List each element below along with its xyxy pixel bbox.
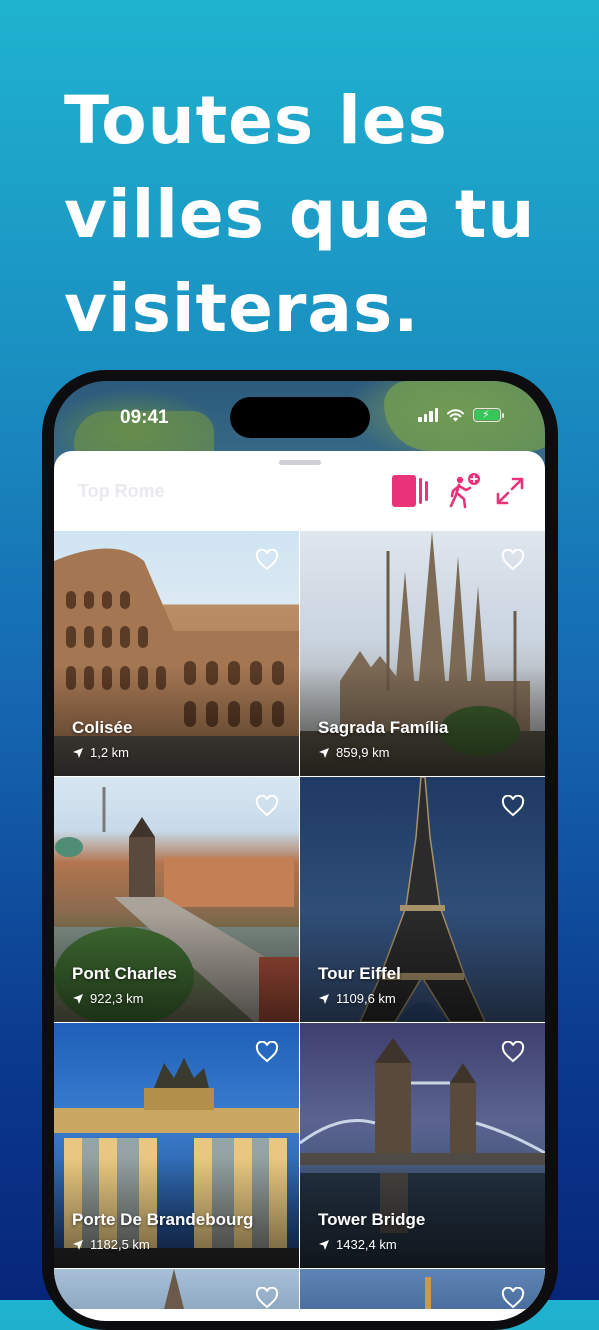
- place-card[interactable]: Tower Bridge 1432,4 km: [300, 1023, 545, 1268]
- place-card[interactable]: [54, 1269, 299, 1309]
- status-icons: ⚡: [418, 408, 504, 422]
- location-arrow-icon: [73, 993, 83, 1004]
- headline: Toutes les villes que tu visiteras.: [64, 82, 536, 347]
- place-card[interactable]: Colisée 1,2 km: [54, 531, 299, 776]
- expand-icon: [496, 477, 524, 505]
- place-distance: 1182,5 km: [72, 1237, 150, 1252]
- place-distance: 1432,4 km: [318, 1237, 397, 1252]
- favorite-heart-icon[interactable]: [255, 549, 279, 571]
- phone-screen: 09:41 ⚡ Top Rome Colisée 1,2 km Sagrada …: [54, 381, 545, 1321]
- sheet-toolbar: Top Rome: [54, 469, 545, 529]
- place-name: Tour Eiffel: [318, 964, 401, 983]
- place-card[interactable]: Porte De Brandebourg 1182,5 km: [54, 1023, 299, 1268]
- favorite-heart-icon[interactable]: [501, 1287, 525, 1309]
- place-distance: 1109,6 km: [318, 991, 396, 1006]
- location-arrow-icon: [73, 747, 83, 758]
- sheet-grabber[interactable]: [279, 460, 321, 465]
- favorite-heart-icon[interactable]: [501, 1041, 525, 1063]
- cards-view-button[interactable]: [390, 471, 430, 511]
- location-arrow-icon: [73, 1239, 83, 1250]
- location-arrow-icon: [319, 747, 329, 758]
- place-name: Sagrada Família: [318, 718, 449, 737]
- cellular-signal-icon: [418, 408, 438, 422]
- status-time: 09:41: [120, 407, 169, 428]
- cards-view-icon: [392, 475, 428, 507]
- place-card[interactable]: Tour Eiffel 1109,6 km: [300, 777, 545, 1022]
- place-name: Porte De Brandebourg: [72, 1210, 254, 1229]
- place-name: Tower Bridge: [318, 1210, 426, 1229]
- location-arrow-icon: [319, 993, 329, 1004]
- places-grid: Colisée 1,2 km Sagrada Família 859,9 km …: [54, 531, 545, 1309]
- location-arrow-icon: [319, 1239, 329, 1250]
- walking-add-icon: [449, 473, 480, 509]
- place-card[interactable]: Sagrada Família 859,9 km: [300, 531, 545, 776]
- favorite-heart-icon[interactable]: [255, 1287, 279, 1309]
- favorite-heart-icon[interactable]: [255, 795, 279, 817]
- places-sheet: Top Rome Colisée 1,2 km Sagrada Família …: [54, 451, 545, 1321]
- dynamic-island: [230, 397, 370, 438]
- place-name: Pont Charles: [72, 964, 177, 983]
- sheet-title: Top Rome: [78, 481, 165, 501]
- place-distance: 859,9 km: [318, 745, 389, 760]
- place-card[interactable]: Pont Charles 922,3 km: [54, 777, 299, 1022]
- wifi-icon: [447, 409, 464, 422]
- battery-icon: ⚡: [473, 408, 504, 422]
- place-distance: 1,2 km: [72, 745, 129, 760]
- place-name: Colisée: [72, 718, 133, 737]
- favorite-heart-icon[interactable]: [501, 795, 525, 817]
- add-walk-button[interactable]: [444, 471, 484, 511]
- favorite-heart-icon[interactable]: [501, 549, 525, 571]
- favorite-heart-icon[interactable]: [255, 1041, 279, 1063]
- expand-button[interactable]: [490, 471, 530, 511]
- place-distance: 922,3 km: [72, 991, 143, 1006]
- place-card[interactable]: [300, 1269, 545, 1309]
